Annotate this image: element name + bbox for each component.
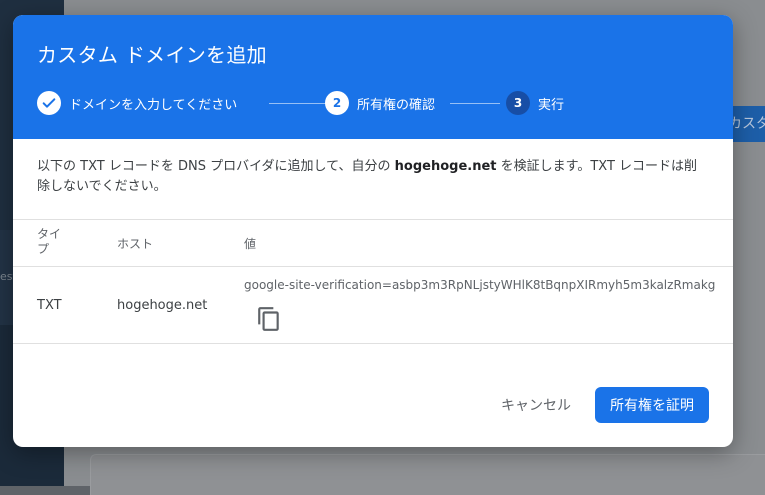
domain-name: hogehoge.net (394, 159, 497, 174)
copy-icon[interactable] (256, 306, 282, 332)
table-divider (13, 343, 733, 344)
record-host: hogehoge.net (117, 298, 208, 313)
step-label: 実行 (538, 97, 565, 113)
dialog-title: カスタム ドメインを追加 (37, 43, 267, 67)
verify-ownership-button[interactable]: 所有権を証明 (595, 387, 709, 423)
stepper: ドメインを入力してください 2 所有権の確認 3 実行 (37, 91, 717, 115)
verification-instructions: 以下の TXT レコードを DNS プロバイダに追加して、自分の hogehog… (37, 157, 709, 197)
dialog-actions: キャンセル 所有権を証明 (489, 387, 709, 423)
step-finish: 3 実行 (506, 91, 564, 115)
step-label: ドメインを入力してください (69, 97, 238, 113)
step-label: 所有権の確認 (357, 97, 436, 113)
step-connector (269, 103, 333, 104)
cancel-button[interactable]: キャンセル (489, 387, 583, 423)
column-header-type: タイプ (37, 227, 62, 256)
column-header-host: ホスト (117, 237, 154, 251)
instructions-text: 以下の TXT レコードを DNS プロバイダに追加して、自分の (37, 159, 395, 174)
column-header-value: 値 (244, 237, 257, 251)
record-value: google-site-verification=asbp3m3RpNLjsty… (244, 278, 716, 292)
record-type: TXT (37, 298, 62, 313)
step-complete-icon (37, 91, 61, 115)
dialog-header: カスタム ドメインを追加 ドメインを入力してください 2 所有権の確認 3 実行 (13, 15, 733, 139)
step-number: 3 (506, 91, 530, 115)
table-divider (13, 266, 733, 267)
add-custom-domain-dialog: カスタム ドメインを追加 ドメインを入力してください 2 所有権の確認 3 実行… (13, 15, 733, 447)
step-number: 2 (325, 91, 349, 115)
table-divider (13, 219, 733, 220)
step-enter-domain: ドメインを入力してください (37, 91, 237, 115)
step-connector (450, 103, 500, 104)
background-card (90, 454, 765, 495)
step-verify-ownership: 2 所有権の確認 (325, 91, 435, 115)
